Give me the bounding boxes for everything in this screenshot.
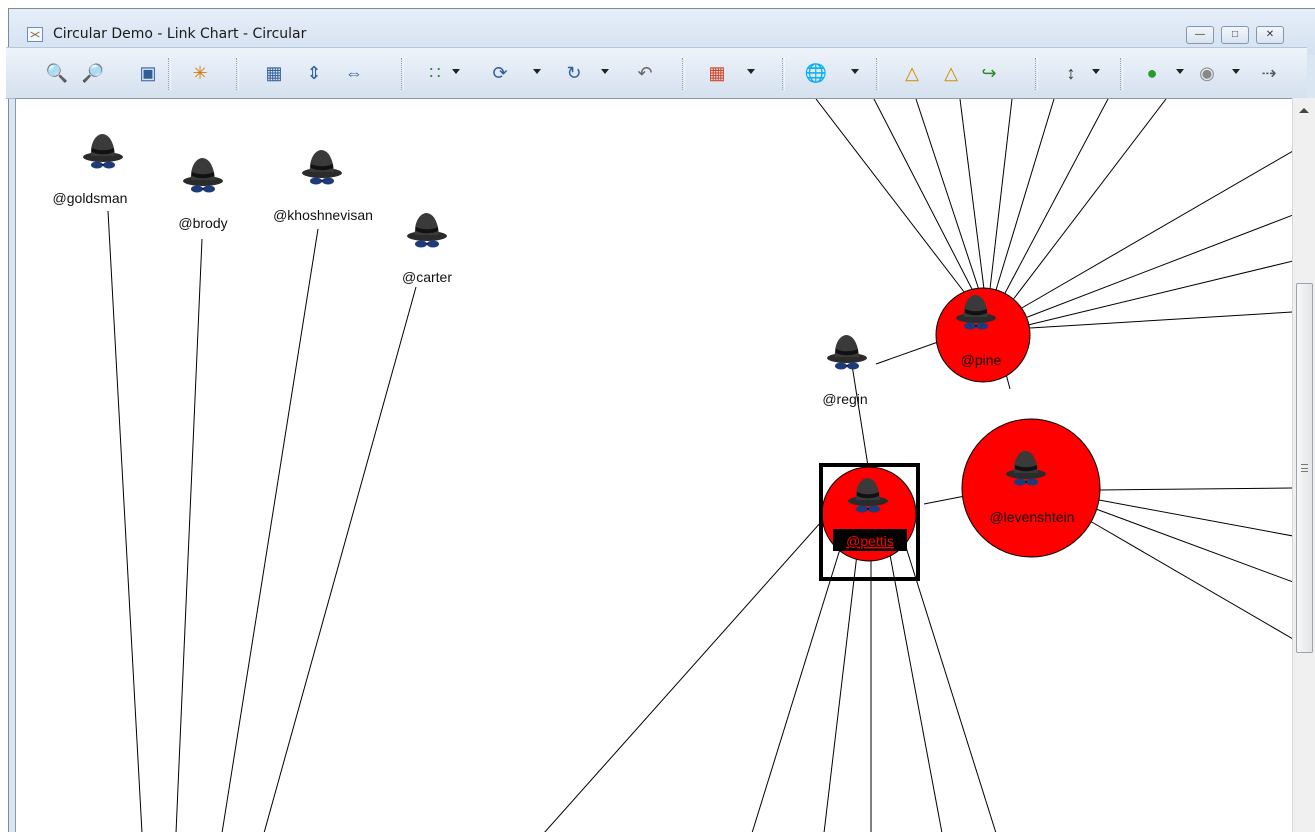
node-carter[interactable]: @carter (402, 213, 452, 285)
node-label: @pettis (846, 533, 894, 549)
toolbar-separator (1035, 58, 1038, 90)
toolbar-separator (1120, 58, 1123, 90)
node-brody[interactable]: @brody (178, 158, 228, 231)
node-label: @khoshnevisan (273, 207, 373, 223)
scroll-thumb[interactable] (1296, 283, 1313, 653)
properties-dropdown[interactable] (1232, 69, 1240, 74)
globe-dropdown[interactable] (851, 69, 859, 74)
scroll-up-icon[interactable] (1299, 108, 1309, 113)
link-right-icon[interactable]: △ (938, 60, 964, 86)
node-style-icon[interactable]: ● (1139, 60, 1165, 86)
window-title: Circular Demo - Link Chart - Circular (53, 26, 307, 42)
path-icon[interactable]: ⇢ (1256, 60, 1282, 86)
highlight-icon[interactable]: ✳ (187, 60, 213, 86)
spy-icon (83, 134, 123, 169)
node-pine[interactable]: @pine (935, 287, 1031, 383)
refresh-layout-icon[interactable]: ⟳ (487, 60, 513, 86)
properties-icon[interactable]: ◉ (1194, 60, 1220, 86)
export-icon[interactable]: ↪ (976, 60, 1002, 86)
minimize-button[interactable]: — (1186, 26, 1214, 44)
fit-horizontal-icon[interactable]: ⇔ (341, 60, 367, 86)
main-toolbar: 🔍 🔎 ▣ ✳ ▦ ⇕ ⇔ ∷ ⟳ ↻ ↶ ▦ 🌐 △ △ ↪ ↕ ● ◉ ⇢ (6, 47, 1307, 99)
vertical-scrollbar[interactable] (1292, 98, 1315, 832)
toolbar-separator (401, 58, 404, 90)
calendar-dropdown[interactable] (747, 69, 755, 74)
toolbar-separator (782, 58, 785, 90)
node-khoshnevisan[interactable]: @khoshnevisan (273, 150, 373, 223)
link-chart-graph[interactable]: @goldsman @brody @khoshnevisan @carter @… (16, 99, 1292, 832)
fit-all-icon[interactable]: ▦ (261, 60, 287, 86)
maximize-button[interactable]: □ (1221, 26, 1249, 44)
spy-icon (302, 150, 342, 185)
calendar-icon[interactable]: ▦ (704, 60, 730, 86)
node-regin[interactable]: @regin (822, 335, 868, 407)
undo-icon[interactable]: ↶ (632, 60, 658, 86)
node-label: @pine (961, 352, 1002, 368)
layout-dropdown[interactable] (452, 69, 460, 74)
node-goldsman[interactable]: @goldsman (53, 134, 128, 206)
globe-icon[interactable]: 🌐 (803, 60, 829, 86)
node-label: @regin (822, 391, 867, 407)
node-levenshtein[interactable]: @levenshtein (961, 418, 1101, 558)
relayout-icon[interactable]: ↻ (561, 60, 587, 86)
hierarchy-dropdown[interactable] (1092, 69, 1100, 74)
node-label: @carter (402, 269, 452, 285)
link-left-icon[interactable]: △ (899, 60, 925, 86)
link-chart-canvas[interactable]: @goldsman @brody @khoshnevisan @carter @… (15, 98, 1292, 832)
spy-icon (183, 158, 223, 193)
node-label: @brody (178, 215, 227, 231)
hierarchy-icon[interactable]: ↕ (1058, 60, 1084, 86)
close-button[interactable]: ✕ (1256, 26, 1284, 44)
zoom-in-icon[interactable]: 🔍 (44, 60, 70, 86)
fit-vertical-icon[interactable]: ⇕ (301, 60, 327, 86)
chart-app-icon (27, 27, 43, 42)
node-label: @levenshtein (989, 509, 1074, 525)
node-label: @goldsman (53, 190, 128, 206)
fit-window-icon[interactable]: ▣ (135, 60, 161, 86)
highlight-circle (961, 418, 1101, 558)
spy-icon (407, 213, 447, 248)
toolbar-separator (236, 58, 239, 90)
zoom-out-icon[interactable]: 🔎 (80, 60, 106, 86)
toolbar-separator (876, 58, 879, 90)
relayout-dropdown[interactable] (601, 69, 609, 74)
spy-icon (827, 335, 867, 370)
scroll-grip-icon (1301, 464, 1308, 472)
node-style-dropdown[interactable] (1176, 69, 1184, 74)
refresh-dropdown[interactable] (533, 69, 541, 74)
layout-icon[interactable]: ∷ (422, 60, 448, 86)
toolbar-separator (168, 58, 171, 90)
toolbar-separator (682, 58, 685, 90)
